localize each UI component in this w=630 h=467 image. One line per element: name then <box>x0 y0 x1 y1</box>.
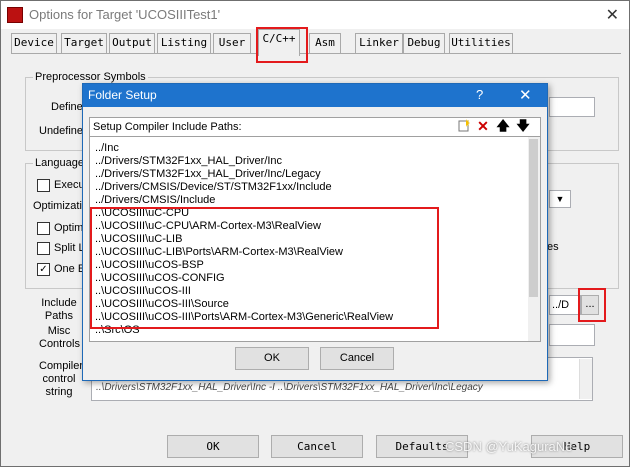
compiler-control-scrollbar[interactable] <box>579 359 592 399</box>
window-title: Options for Target 'UCOSIIITest1' <box>29 7 221 22</box>
split-load-label: Split L <box>54 242 85 254</box>
list-scrollbar[interactable] <box>528 137 540 341</box>
include-paths-field[interactable]: ../D <box>549 295 581 315</box>
include-paths-label: Include Paths <box>41 297 77 322</box>
dialog-ok-button[interactable]: OK <box>235 347 309 370</box>
ok-button[interactable]: OK <box>167 435 259 458</box>
execute-only-checkbox[interactable] <box>37 179 50 192</box>
compiler-control-text: ..\Drivers\STM32F1xx_HAL_Driver\Inc -I .… <box>96 382 483 393</box>
delete-icon[interactable]: ✕ <box>475 119 491 133</box>
dialog-help-button[interactable]: ? <box>476 87 483 102</box>
list-item[interactable]: ../Drivers/STM32F1xx_HAL_Driver/Inc <box>95 155 282 168</box>
split-load-checkbox[interactable] <box>37 242 50 255</box>
optimize-checkbox[interactable] <box>37 222 50 235</box>
tab-debug[interactable]: Debug <box>403 33 445 54</box>
dialog-title-bar: Folder Setup ? ✕ <box>83 84 547 107</box>
right-tail-label: es <box>547 241 559 253</box>
list-item[interactable]: ../Inc <box>95 142 119 155</box>
cancel-button[interactable]: Cancel <box>271 435 363 458</box>
compiler-control-label: Compiler control string <box>39 360 84 398</box>
window-close-button[interactable]: ✕ <box>606 5 619 25</box>
undefine-label: Undefine <box>39 125 84 137</box>
dialog-close-button[interactable]: ✕ <box>519 86 532 104</box>
tab-utilities[interactable]: Utilities <box>449 33 513 54</box>
dialog-title: Folder Setup <box>88 88 157 102</box>
tab-linker[interactable]: Linker <box>355 33 403 54</box>
include-paths-header: Setup Compiler Include Paths: ✕ 🡅 🡇 <box>89 117 541 137</box>
language-group-label: Language <box>33 157 86 169</box>
list-item[interactable]: ../Drivers/STM32F1xx_HAL_Driver/Inc/Lega… <box>95 168 321 181</box>
tab-divider <box>11 53 621 54</box>
one-elf-checkbox[interactable]: ✓ <box>37 263 50 276</box>
optimize-label: Optimi <box>54 222 86 234</box>
one-elf-label: One E <box>54 263 86 275</box>
misc-controls-label: Misc Controls <box>39 325 80 350</box>
highlight-c-cpp-tab <box>256 27 308 63</box>
move-down-icon[interactable]: 🡇 <box>515 119 531 133</box>
execute-only-label: Execu <box>54 179 85 191</box>
tab-output[interactable]: Output <box>109 33 155 54</box>
title-bar: Options for Target 'UCOSIIITest1' ✕ <box>1 1 629 29</box>
tab-asm[interactable]: Asm <box>309 33 341 54</box>
watermark: CSDN @YuKaguraNe <box>445 439 573 454</box>
define-field[interactable] <box>549 97 595 117</box>
misc-controls-field[interactable] <box>549 324 595 346</box>
dialog-cancel-button[interactable]: Cancel <box>320 347 394 370</box>
new-folder-icon[interactable] <box>456 119 472 133</box>
move-up-icon[interactable]: 🡅 <box>495 119 511 133</box>
list-item[interactable]: ../Drivers/CMSIS/Device/ST/STM32F1xx/Inc… <box>95 181 332 194</box>
include-paths-header-label: Setup Compiler Include Paths: <box>93 121 242 133</box>
define-label: Define <box>51 101 83 113</box>
optimization-dropdown-arrow[interactable]: ▼ <box>549 190 571 208</box>
highlight-browse-button <box>578 288 606 322</box>
folder-setup-dialog: Folder Setup ? ✕ Setup Compiler Include … <box>82 83 548 381</box>
tab-target[interactable]: Target <box>61 33 107 54</box>
list-scrollbar-thumb[interactable] <box>529 139 538 297</box>
highlight-ucosiii-paths <box>90 207 439 329</box>
tab-user[interactable]: User <box>213 33 251 54</box>
list-item[interactable]: ../Drivers/CMSIS/Include <box>95 194 215 207</box>
tab-listing[interactable]: Listing <box>157 33 211 54</box>
preprocessor-group-label: Preprocessor Symbols <box>33 71 148 83</box>
tab-device[interactable]: Device <box>11 33 57 54</box>
app-icon <box>7 7 23 23</box>
